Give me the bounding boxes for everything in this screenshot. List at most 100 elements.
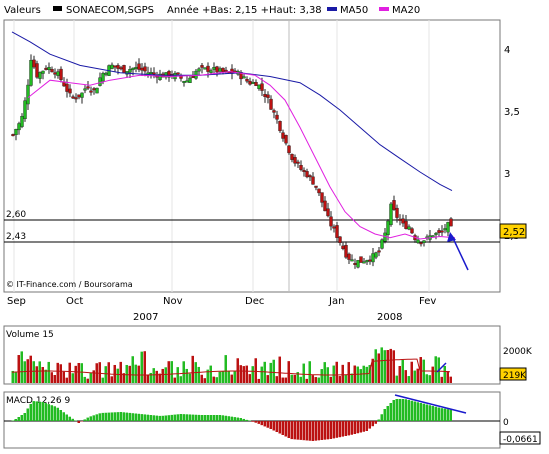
volume-bar (152, 368, 155, 383)
volume-bar (56, 362, 59, 383)
candle-down (53, 72, 57, 75)
candle-up (242, 76, 246, 79)
macd-title: MACD 12,26 9 (6, 396, 70, 406)
volume-bar (329, 376, 332, 383)
macd-bar-positive (194, 414, 197, 421)
candle-down (65, 83, 69, 92)
volume-bar (341, 364, 344, 383)
volume-bar (440, 376, 443, 383)
macd-bar-positive (101, 412, 104, 421)
candle-down (332, 226, 336, 229)
volume-bar (71, 373, 74, 383)
candle-down (74, 97, 78, 100)
volume-bar (272, 359, 275, 383)
macd-bar-negative (287, 421, 290, 438)
volume-bar (401, 359, 404, 383)
candle-down (272, 110, 276, 113)
volume-bar (323, 362, 326, 383)
candle-up (134, 66, 138, 69)
candle-down (269, 98, 273, 110)
macd-bar-positive (149, 415, 152, 421)
candle-down (113, 65, 117, 68)
volume-bar (77, 362, 80, 383)
macd-bar-positive (431, 406, 434, 421)
candle-down (398, 218, 402, 221)
macd-bar-negative (356, 421, 359, 434)
volume-bar (266, 375, 269, 383)
volume-bar (356, 366, 359, 383)
chart-svg: Valeurs SONAECOM,SGPS Année +Bas: 2,15 +… (0, 0, 549, 450)
macd-bar-negative (296, 421, 299, 440)
macd-bar-positive (236, 417, 239, 421)
volume-bar (287, 361, 290, 383)
volume-bar (161, 368, 164, 383)
macd-bar-positive (35, 401, 38, 421)
ma20-legend-label: MA20 (392, 5, 420, 16)
volume-bar (395, 375, 398, 383)
volume-bar (182, 361, 185, 383)
month-fev: Fev (419, 296, 436, 307)
volume-bar (197, 366, 200, 383)
candle-up (422, 240, 426, 243)
macd-bar-positive (167, 415, 170, 421)
candle-down (353, 263, 357, 265)
macd-bar-negative (257, 421, 260, 424)
macd-bar-positive (389, 403, 392, 421)
volume-bar (305, 378, 308, 383)
macd-bar-positive (428, 405, 431, 421)
macd-bar-positive (158, 415, 161, 421)
candle-down (290, 153, 294, 160)
candle-up (446, 222, 450, 233)
volume-bar (446, 371, 449, 383)
resistance-label: 2,60 (6, 210, 26, 220)
volume-bar (146, 374, 149, 383)
macd-bar-negative (281, 421, 284, 435)
volume-bar (137, 365, 140, 383)
macd-bar-positive (47, 404, 50, 421)
volume-bar (143, 351, 146, 383)
volume-bar (179, 376, 182, 383)
volume-bar (23, 361, 26, 383)
macd-bar-positive (146, 414, 149, 421)
volume-bar (131, 356, 134, 383)
candle-down (449, 218, 453, 227)
macd-bar-positive (245, 419, 248, 421)
volume-bar (209, 365, 212, 383)
macd-bar-positive (32, 401, 35, 421)
volume-bar (98, 362, 101, 383)
volume-bar (308, 361, 311, 383)
header-range: Année +Bas: 2,15 +Haut: 3,38 (167, 4, 322, 16)
macd-bar-positive (410, 400, 413, 421)
candle-down (359, 256, 363, 263)
candle-up (104, 72, 108, 75)
volume-bar (338, 376, 341, 383)
macd-bar-negative (347, 421, 350, 436)
macd-bar-positive (131, 413, 134, 421)
candle-up (110, 64, 114, 69)
macd-bar-positive (29, 404, 32, 421)
volume-bar (89, 372, 92, 383)
macd-bar-positive (218, 415, 221, 421)
volume-bar (365, 366, 368, 383)
volume-bar (389, 348, 392, 383)
candle-up (56, 71, 60, 76)
macd-bar-positive (440, 408, 443, 421)
candle-up (362, 261, 366, 264)
macd-bar-negative (326, 421, 329, 440)
macd-bar-positive (38, 401, 41, 421)
macd-bar-positive (221, 415, 224, 421)
macd-bar-positive (443, 408, 446, 421)
macd-bar-positive (185, 414, 188, 421)
volume-bar (41, 367, 44, 383)
volume-bar (332, 365, 335, 383)
macd-bar-negative (77, 421, 80, 423)
candle-down (410, 228, 414, 234)
candle-down (50, 69, 54, 73)
candle-up (218, 68, 222, 72)
candle-down (206, 65, 210, 72)
candle-up (80, 92, 84, 98)
volume-bar (254, 358, 257, 383)
watermark: © IT-Finance.com / Boursorama (6, 280, 133, 289)
candle-down (176, 72, 180, 75)
macd-bar-positive (377, 419, 380, 421)
